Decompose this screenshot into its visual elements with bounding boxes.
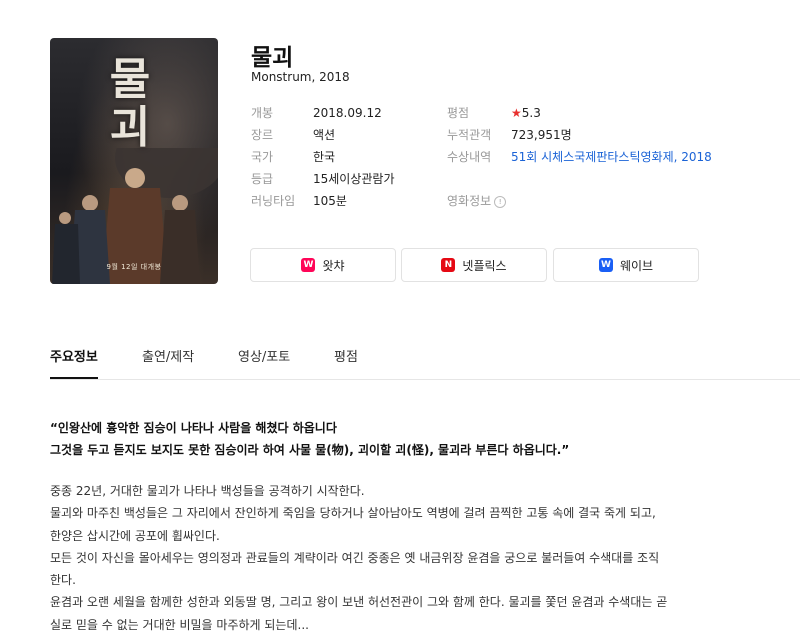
info-runtime: 러닝타임 105분 (251, 192, 347, 212)
movie-title: 물괴 (251, 45, 294, 71)
info-awards: 수상내역 51회 시체스국제판타스틱영화제, 2018 (447, 148, 712, 168)
award-link[interactable]: 51회 시체스국제판타스틱영화제, 2018 (511, 150, 712, 164)
info-genre: 장르 액션 (251, 126, 335, 146)
info-label: 국가 (251, 150, 274, 164)
info-circle-icon[interactable]: ! (494, 196, 507, 208)
tab-video-photo[interactable]: 영상/포토 (238, 346, 290, 378)
synopsis-line: 모든 것이 자신을 몰아세우는 영의정과 관료들의 계략이라 여긴 중종은 옛 … (50, 550, 660, 565)
score-value: 5.3 (521, 106, 541, 120)
synopsis-line: 중종 22년, 거대한 물괴가 나타나 백성들을 공격하기 시작한다. (50, 484, 365, 498)
star-icon: ★ (511, 106, 522, 120)
watcha-button[interactable]: W 왓챠 (250, 248, 396, 282)
info-value: 15세이상관람가 (313, 172, 395, 186)
ott-label: 넷플릭스 (462, 258, 507, 273)
info-label: 장르 (251, 128, 274, 142)
info-label: 등급 (251, 172, 274, 186)
synopsis-line: 한양은 삽시간에 공포에 휩싸인다. (50, 528, 220, 543)
quote-line: 그것을 두고 듣지도 보지도 못한 짐승이라 하여 사물 물(物), 괴이할 괴… (50, 443, 570, 457)
tab-main-info[interactable]: 주요정보 (50, 346, 98, 379)
synopsis: 중종 22년, 거대한 물괴가 나타나 백성들을 공격하기 시작한다. 물괴와 … (50, 480, 700, 636)
synopsis-line: 윤겸과 오랜 세월을 함께한 성한과 외동딸 명, 그리고 왕이 보낸 허선전관… (50, 595, 668, 610)
audience-value: 723,951명 (511, 128, 572, 142)
info-rating-grade: 등급 15세이상관람가 (251, 170, 395, 190)
movie-poster[interactable]: 물괴 9월 12일 대개봉 (50, 38, 218, 284)
poster-release-text: 9월 12일 대개봉 (106, 263, 162, 271)
tab-cast-crew[interactable]: 출연/제작 (142, 346, 194, 378)
info-label: 평점 (447, 106, 470, 120)
ott-label: 왓챠 (322, 258, 345, 273)
info-country: 국가 한국 (251, 148, 335, 168)
wavve-button[interactable]: W 웨이브 (553, 248, 699, 282)
info-value: 액션 (313, 128, 336, 142)
tagline-quote: “인왕산에 흉악한 짐승이 나타나 사람을 해쳤다 하옵니다 그것을 두고 듣지… (50, 417, 770, 461)
info-label: 누적관객 (447, 128, 492, 142)
synopsis-line: 한다. (50, 573, 76, 588)
info-label: 수상내역 (447, 150, 492, 164)
info-movie-info[interactable]: 영화정보! (447, 192, 507, 212)
info-label: 개봉 (251, 106, 274, 120)
watcha-icon: W (301, 258, 316, 272)
info-label: 영화정보 (447, 194, 492, 208)
tabs-divider (50, 379, 800, 380)
ott-label: 웨이브 (619, 258, 654, 273)
netflix-button[interactable]: N 넷플릭스 (401, 248, 547, 282)
poster-title: 물괴 (109, 54, 151, 153)
info-value: 2018.09.12 (313, 106, 382, 120)
info-label: 러닝타임 (251, 194, 296, 208)
info-score: 평점 ★5.3 (447, 104, 541, 124)
tab-reviews[interactable]: 평점 (334, 346, 358, 378)
quote-line: “인왕산에 흉악한 짐승이 나타나 사람을 해쳤다 하옵니다 (50, 421, 337, 435)
synopsis-line: 물괴와 마주친 백성들은 그 자리에서 잔인하게 죽임을 당하거나 살아남아도 … (50, 506, 656, 521)
movie-subtitle: Monstrum, 2018 (251, 70, 350, 84)
wavve-icon: W (598, 258, 613, 272)
netflix-icon: N (441, 258, 456, 272)
info-release: 개봉 2018.09.12 (251, 104, 382, 124)
synopsis-line: 실로 믿을 수 없는 거대한 비밀을 마주하게 되는데... (50, 617, 309, 632)
info-value: 한국 (313, 150, 336, 164)
info-audience: 누적관객 723,951명 (447, 126, 572, 146)
info-value: 105분 (313, 194, 347, 208)
